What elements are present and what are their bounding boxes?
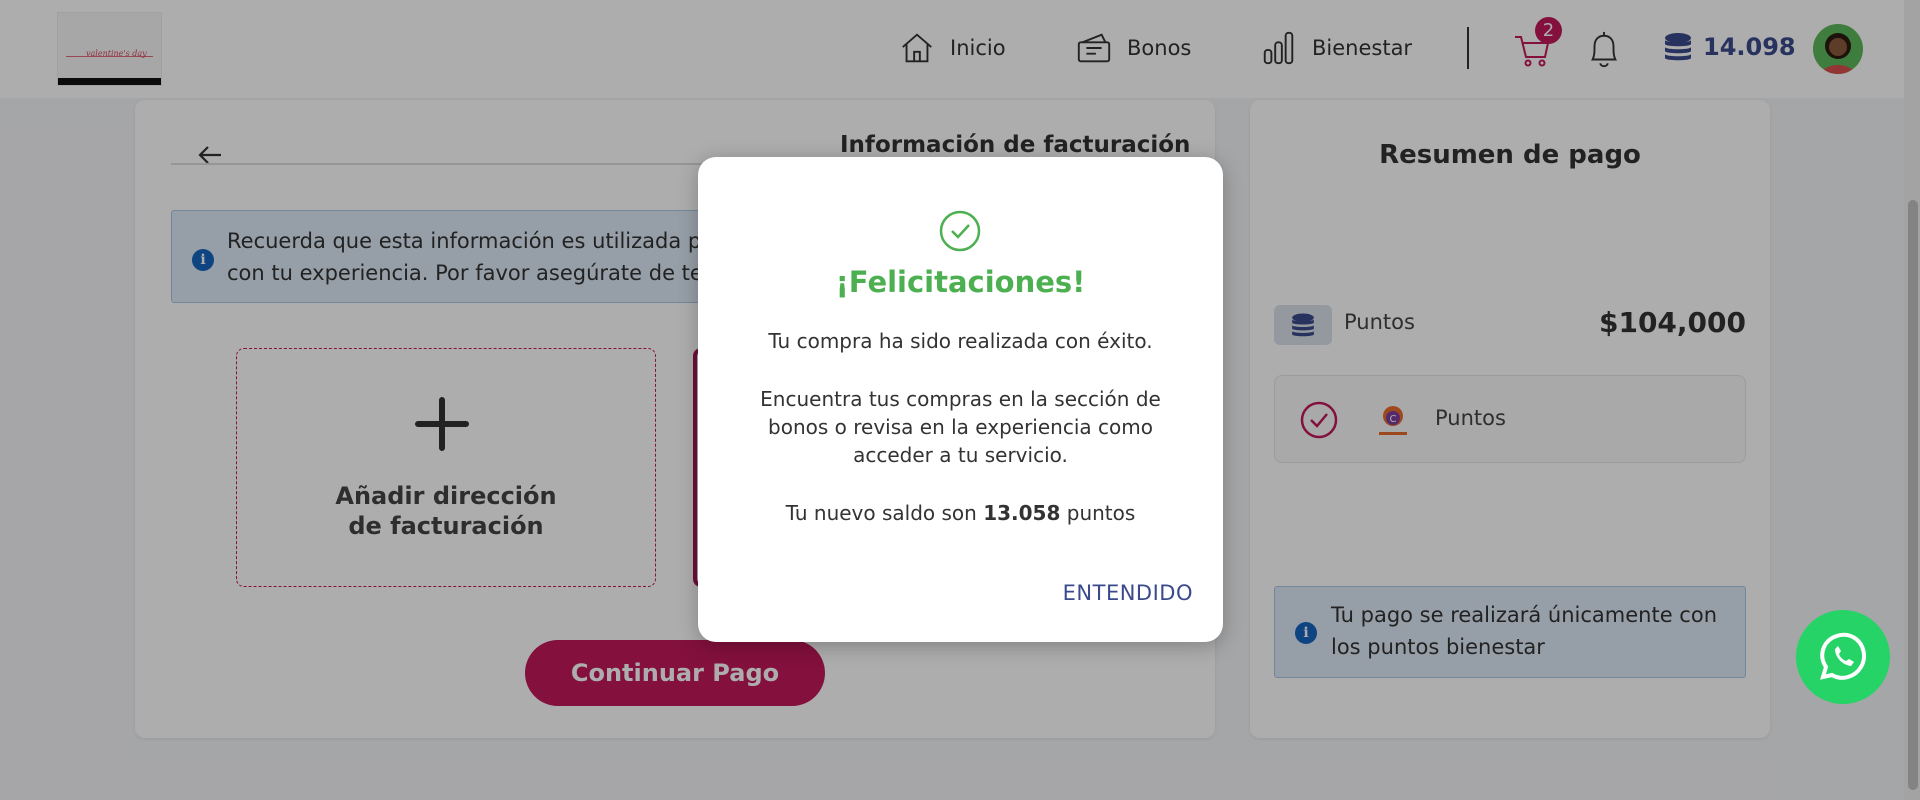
balance-prefix: Tu nuevo saldo son bbox=[785, 501, 984, 525]
balance-value: 13.058 bbox=[983, 501, 1061, 525]
modal-message: Tu compra ha sido realizada con éxito. bbox=[768, 329, 1153, 353]
modal-new-balance: Tu nuevo saldo son 13.058 puntos bbox=[738, 499, 1183, 527]
modal-instructions: Encuentra tus compras en la sección de b… bbox=[760, 387, 1161, 467]
whatsapp-icon bbox=[1820, 632, 1867, 680]
success-check-icon bbox=[939, 210, 981, 252]
understood-button[interactable]: ENTENDIDO bbox=[1063, 581, 1193, 605]
modal-title: ¡Felicitaciones! bbox=[835, 265, 1086, 299]
success-modal: ¡Felicitaciones! Tu compra ha sido reali… bbox=[698, 157, 1223, 642]
whatsapp-button[interactable] bbox=[1796, 610, 1890, 704]
balance-suffix: puntos bbox=[1060, 501, 1136, 525]
